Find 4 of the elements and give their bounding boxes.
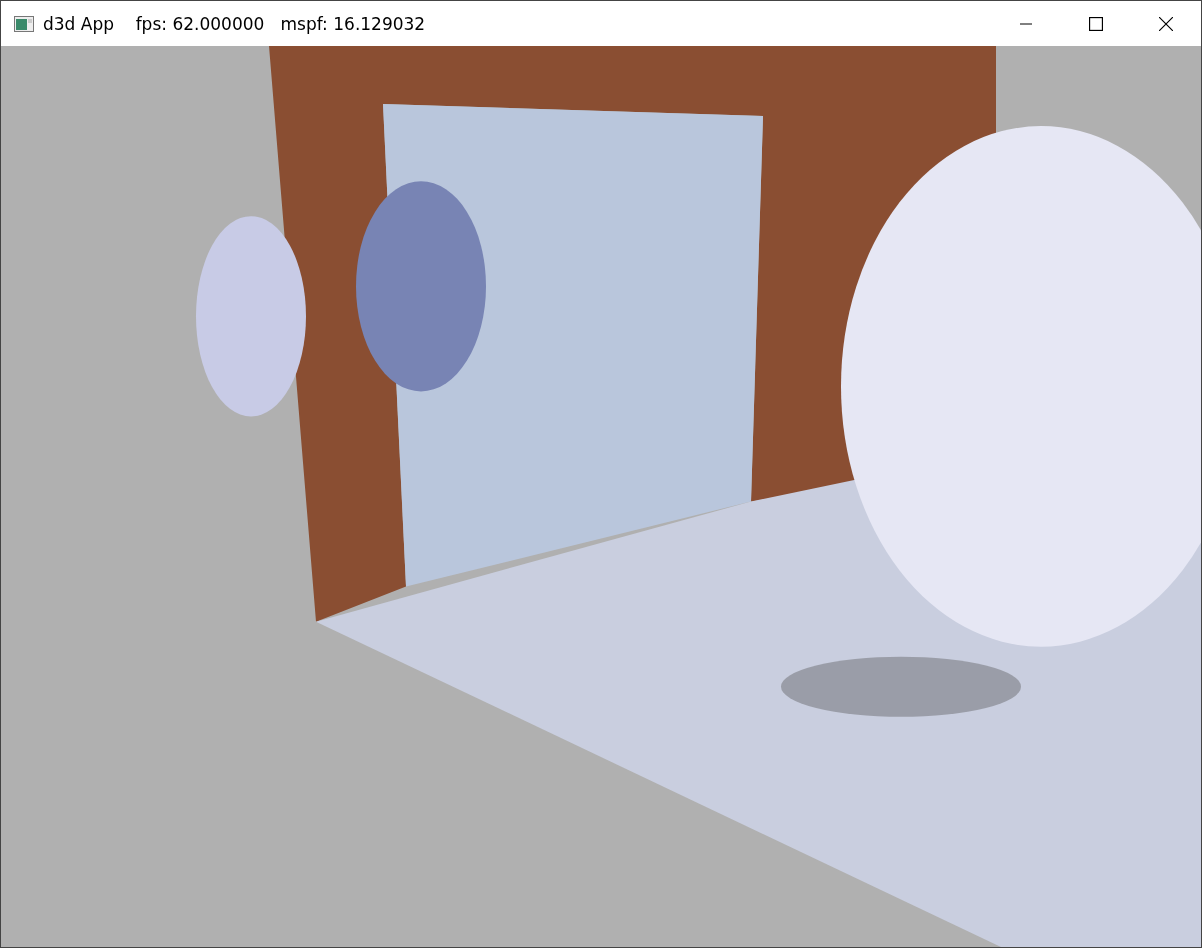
maximize-icon <box>1089 16 1103 31</box>
app-icon <box>14 15 34 32</box>
window-title: d3d App fps: 62.000000 mspf: 16.129032 <box>43 13 426 34</box>
close-icon <box>1159 16 1173 31</box>
